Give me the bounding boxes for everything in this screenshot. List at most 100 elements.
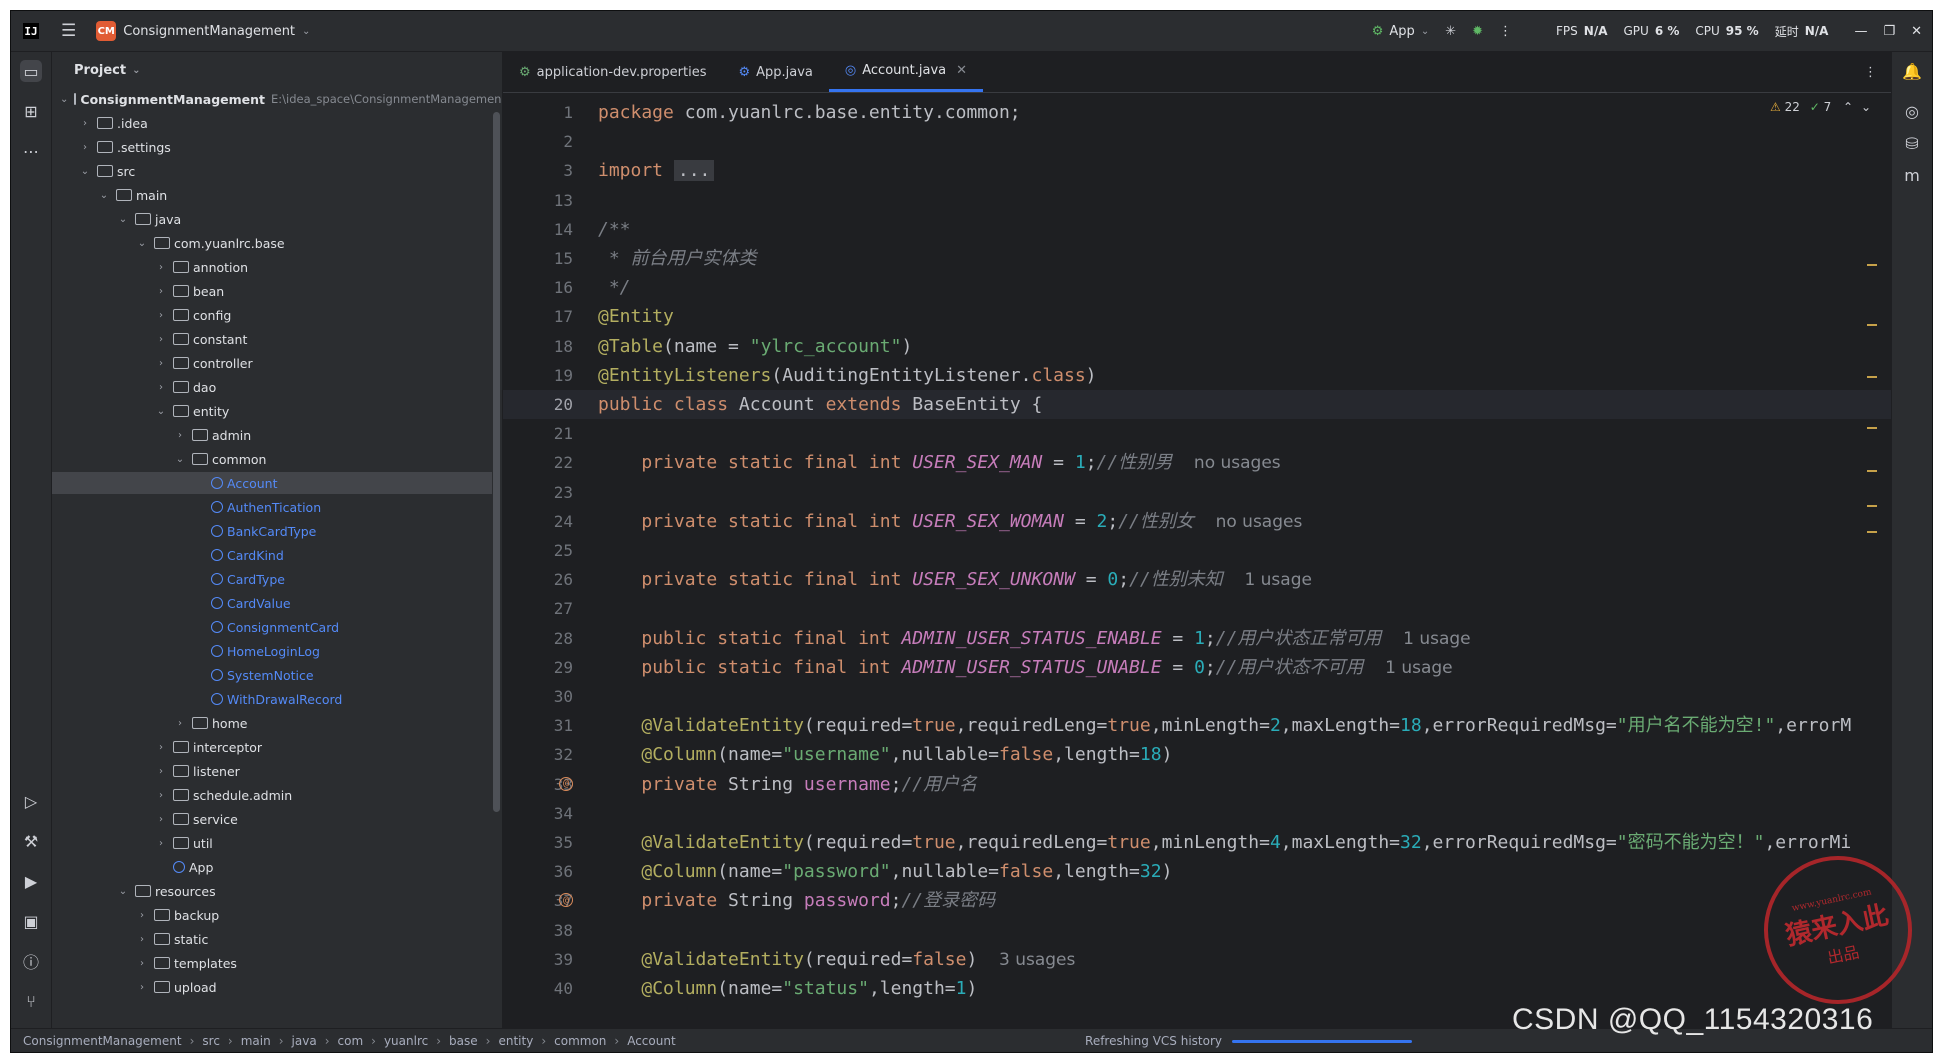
breadcrumb-item[interactable]: common — [554, 1034, 606, 1048]
maximize-icon[interactable]: ❐ — [1883, 24, 1895, 39]
chevron-right-icon[interactable]: › — [136, 934, 148, 945]
background-task[interactable]: Refreshing VCS history — [1085, 1034, 1412, 1048]
chevron-down-icon[interactable]: ⌄ — [117, 214, 129, 225]
tree-item[interactable]: WithDrawalRecord — [52, 688, 492, 710]
tree-item[interactable]: CardValue — [52, 592, 492, 614]
code-line[interactable]: @Column(name="password",nullable=false,l… — [598, 857, 1172, 886]
chevron-right-icon[interactable]: › — [155, 358, 167, 369]
project-switcher[interactable]: CM ConsignmentManagement ⌄ — [96, 21, 310, 41]
breadcrumb-item[interactable]: entity — [498, 1034, 533, 1048]
chevron-right-icon[interactable]: › — [155, 766, 167, 777]
tree-item[interactable]: › constant — [52, 328, 492, 350]
tree-item[interactable]: › interceptor — [52, 736, 492, 758]
tree-item[interactable]: SystemNotice — [52, 664, 492, 686]
tree-item[interactable]: ⌄ common — [52, 448, 492, 470]
tree-item[interactable]: › upload — [52, 976, 492, 998]
chevron-down-icon[interactable]: ⌄ — [136, 238, 148, 249]
code-line[interactable]: /** — [598, 215, 631, 244]
chevron-right-icon[interactable]: › — [155, 382, 167, 393]
chevron-right-icon[interactable]: › — [79, 142, 91, 153]
tree-item[interactable]: HomeLoginLog — [52, 640, 492, 662]
code-line[interactable]: @Column(name="status",length=1) — [598, 974, 977, 1003]
code-line[interactable]: */ — [598, 273, 631, 302]
tree-item[interactable]: › dao — [52, 376, 492, 398]
chevron-right-icon[interactable]: › — [155, 838, 167, 849]
chevron-right-icon[interactable]: › — [174, 430, 186, 441]
tree-item[interactable]: › annotion — [52, 256, 492, 278]
tree-item[interactable]: › listener — [52, 760, 492, 782]
chevron-right-icon[interactable]: › — [155, 790, 167, 801]
close-icon[interactable]: ✕ — [1911, 24, 1922, 39]
code-line[interactable]: @Column(name="username",nullable=false,l… — [598, 740, 1172, 769]
tree-item[interactable]: › admin — [52, 424, 492, 446]
code-line[interactable]: public class Account extends BaseEntity … — [598, 390, 1042, 419]
tree-item[interactable]: ⌄ resources — [52, 880, 492, 902]
tree-item[interactable]: › service — [52, 808, 492, 830]
breadcrumb-item[interactable]: com — [338, 1034, 364, 1048]
error-stripe-mark[interactable] — [1867, 530, 1877, 533]
code-line[interactable]: import ... — [598, 156, 715, 185]
tree-item[interactable]: ⌄ java — [52, 208, 492, 230]
tree-item[interactable]: CardKind — [52, 544, 492, 566]
code-line[interactable]: private String username;//用户名 — [598, 770, 977, 799]
more-actions-icon[interactable]: ⋮ — [1499, 24, 1512, 39]
chevron-down-icon[interactable]: ⌄ — [98, 190, 110, 201]
tree-item[interactable]: › home — [52, 712, 492, 734]
tree-item[interactable]: › .settings — [52, 136, 492, 158]
code-line[interactable]: package com.yuanlrc.base.entity.common; — [598, 98, 1021, 127]
chevron-right-icon[interactable]: › — [155, 310, 167, 321]
problems-tool-icon[interactable]: ⓘ — [20, 950, 42, 972]
error-stripe-mark[interactable] — [1867, 324, 1877, 327]
chevron-right-icon[interactable]: › — [155, 334, 167, 345]
tree-item[interactable]: › bean — [52, 280, 492, 302]
chevron-down-icon[interactable]: ⌄ — [60, 94, 68, 105]
chevron-right-icon[interactable]: › — [136, 910, 148, 921]
tree-item[interactable]: AuthenTication — [52, 496, 492, 518]
code-line[interactable]: private static final int USER_SEX_UNKONW… — [598, 565, 1312, 595]
minimize-icon[interactable]: — — [1854, 24, 1867, 39]
tree-item[interactable]: ⌄ com.yuanlrc.base — [52, 232, 492, 254]
tree-item[interactable]: CardType — [52, 568, 492, 590]
tree-item[interactable]: › config — [52, 304, 492, 326]
error-stripe-mark[interactable] — [1867, 264, 1877, 266]
more-tools-icon[interactable]: ⋯ — [20, 140, 42, 162]
tree-item[interactable]: ConsignmentCard — [52, 616, 492, 638]
tree-item[interactable]: ⌄ main — [52, 184, 492, 206]
chevron-right-icon[interactable]: › — [155, 814, 167, 825]
error-stripe-mark[interactable] — [1867, 504, 1877, 507]
inspection-widget[interactable]: ⚠ 22 ✓ 7 ⌃ ⌄ — [1770, 100, 1871, 114]
chevron-down-icon[interactable]: ⌄ — [174, 454, 186, 465]
tab-options-icon[interactable]: ⋮ — [1850, 52, 1891, 92]
tree-item[interactable]: Account — [52, 472, 492, 494]
breadcrumb-item[interactable]: java — [292, 1034, 317, 1048]
notifications-icon[interactable]: 🔔 — [1901, 60, 1923, 82]
breadcrumb-item[interactable]: Account — [627, 1034, 675, 1048]
code-view[interactable]: ⚠ 22 ✓ 7 ⌃ ⌄ 1 package com.yuanlrc.base.e… — [503, 92, 1891, 1006]
tab-account-java[interactable]: ◎ Account.java ✕ — [828, 52, 984, 92]
chevron-right-icon[interactable]: › — [155, 262, 167, 273]
tree-item[interactable]: ⌄ entity — [52, 400, 492, 422]
structure-tool-icon[interactable]: ⊞ — [20, 100, 42, 122]
run-tool-icon[interactable]: ▶ — [20, 870, 42, 892]
debug-icon[interactable]: ✹ — [1472, 24, 1483, 39]
intellij-logo-icon[interactable]: IJ — [23, 23, 39, 39]
ai-assistant-icon[interactable]: ◎ — [1901, 100, 1923, 122]
tree-item[interactable]: ⌄ ConsignmentManagement E:\idea_space\Cons… — [52, 88, 501, 110]
code-line[interactable]: private String password;//登录密码 — [598, 886, 995, 915]
chevron-right-icon[interactable]: › — [136, 958, 148, 969]
code-line[interactable]: @ValidateEntity(required=true,requiredLe… — [598, 711, 1851, 740]
main-menu-icon[interactable]: ☰ — [61, 21, 76, 41]
chevron-right-icon[interactable]: › — [155, 742, 167, 753]
tree-item[interactable]: BankCardType — [52, 520, 492, 542]
code-line[interactable]: private int status = ADMIN_USER_STATUS_E… — [598, 1003, 1316, 1006]
tree-item[interactable]: › static — [52, 928, 492, 950]
breadcrumb-item[interactable]: yuanlrc — [384, 1034, 428, 1048]
tree-item[interactable]: › backup — [52, 904, 492, 926]
database-icon[interactable]: ⛁ — [1901, 132, 1923, 154]
chevron-down-icon[interactable]: ⌄ — [155, 406, 167, 417]
services-tool-icon[interactable]: ▷ — [20, 790, 42, 812]
code-line[interactable]: public static final int ADMIN_USER_STATU… — [598, 653, 1452, 683]
terminal-tool-icon[interactable]: ▣ — [20, 910, 42, 932]
code-line[interactable]: * 前台用户实体类 — [598, 244, 757, 273]
run-icon[interactable]: ✳ — [1445, 24, 1456, 39]
